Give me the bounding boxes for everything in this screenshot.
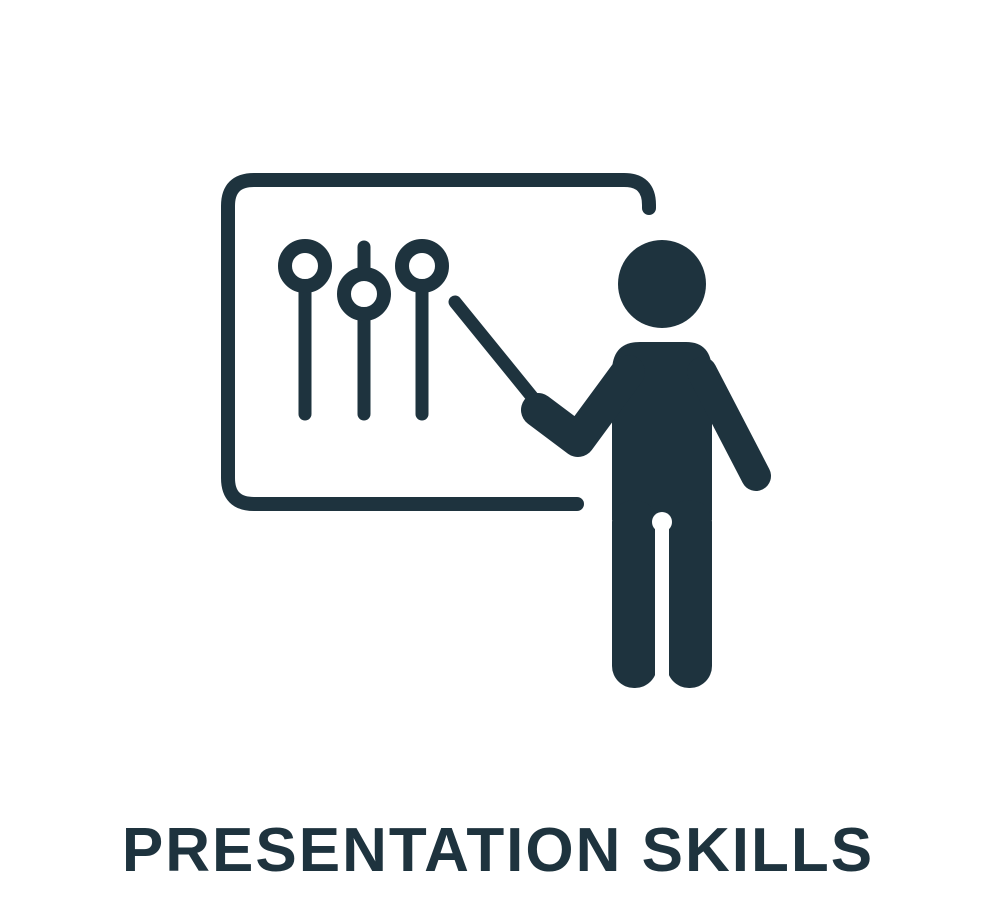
presentation-skills-icon xyxy=(221,173,771,690)
caption-title: PRESENTATION SKILLS xyxy=(121,816,875,885)
whiteboard-icon xyxy=(221,173,656,511)
pointer-stick-icon xyxy=(448,295,540,405)
page: PRESENTATION SKILLS xyxy=(0,0,996,916)
sliders-icon xyxy=(278,239,449,421)
presenter-person-icon xyxy=(612,240,712,690)
